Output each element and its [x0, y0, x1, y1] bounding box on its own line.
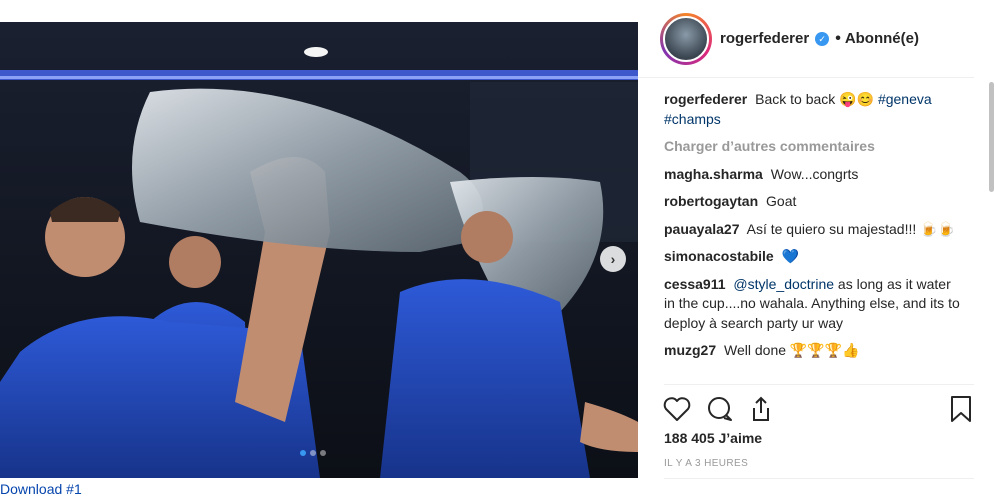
follow-button[interactable]: Abonné(e) [845, 30, 919, 47]
heart-icon[interactable] [662, 394, 692, 424]
carousel-dot [300, 450, 306, 456]
comment-username[interactable]: simonacostabile [664, 248, 774, 264]
comment-text: Well done 🏆🏆🏆👍 [724, 342, 860, 358]
post-timestamp[interactable]: IL Y A 3 HEURES [664, 458, 748, 469]
comments-scrollbar[interactable] [988, 78, 994, 388]
comment-item: cessa911 @style_doctrine as long as it w… [664, 275, 964, 334]
trophy-photo-image [0, 22, 638, 478]
comment-text: 💙 [781, 248, 800, 264]
carousel-indicator [300, 450, 326, 456]
download-link[interactable]: Download #1 [0, 481, 82, 497]
comment-item: pauayala27 Así te quiero su majestad!!! … [664, 220, 964, 240]
post-sidebar: rogerfederer ✓ • Abonné(e) rogerfederer … [638, 0, 994, 500]
share-icon[interactable] [746, 394, 776, 424]
comment-item: muzg27 Well done 🏆🏆🏆👍 [664, 341, 964, 361]
comment-mention[interactable]: @style_doctrine [733, 276, 834, 292]
load-more-comments-button[interactable]: Charger d’autres commentaires [664, 137, 964, 157]
carousel-dot [310, 450, 316, 456]
comment-item: simonacostabile 💙 [664, 247, 964, 267]
carousel-dot [320, 450, 326, 456]
comment-username[interactable]: robertogaytan [664, 193, 758, 209]
comment-username[interactable]: magha.sharma [664, 166, 763, 182]
divider [664, 478, 974, 479]
comment-text: Goat [766, 193, 797, 209]
divider [664, 384, 974, 385]
likes-count[interactable]: 188 405 J’aime [664, 430, 762, 446]
caption-username[interactable]: rogerfederer [664, 91, 747, 107]
comment-item: magha.sharma Wow...congrts [664, 165, 964, 185]
caption-text: Back to back 😜😊 [755, 91, 875, 107]
post-photo[interactable]: › [0, 22, 638, 478]
action-bar [662, 394, 976, 424]
comments-list[interactable]: rogerfederer Back to back 😜😊 #geneva #ch… [664, 90, 964, 382]
comment-text: Wow...congrts [770, 165, 859, 182]
caption: rogerfederer Back to back 😜😊 #geneva #ch… [664, 90, 964, 129]
comment-username[interactable]: muzg27 [664, 342, 716, 358]
comment-item: robertogaytan Goat [664, 192, 964, 212]
comment-username[interactable]: pauayala27 [664, 221, 740, 237]
avatar[interactable] [660, 12, 712, 65]
comment-text: Así te quiero su majestad!!! 🍺🍺 [746, 220, 956, 237]
bookmark-icon[interactable] [946, 394, 976, 424]
username-link[interactable]: rogerfederer [720, 30, 809, 47]
post-header: rogerfederer ✓ • Abonné(e) [638, 0, 974, 78]
scrollbar-thumb[interactable] [989, 82, 994, 192]
comment-bubble-icon[interactable] [704, 394, 734, 424]
verified-badge-icon: ✓ [815, 31, 830, 46]
separator: • [835, 29, 841, 47]
chevron-right-icon: › [610, 251, 616, 267]
avatar-image [663, 15, 709, 62]
comment-username[interactable]: cessa911 [664, 276, 726, 292]
next-photo-button[interactable]: › [600, 246, 626, 272]
